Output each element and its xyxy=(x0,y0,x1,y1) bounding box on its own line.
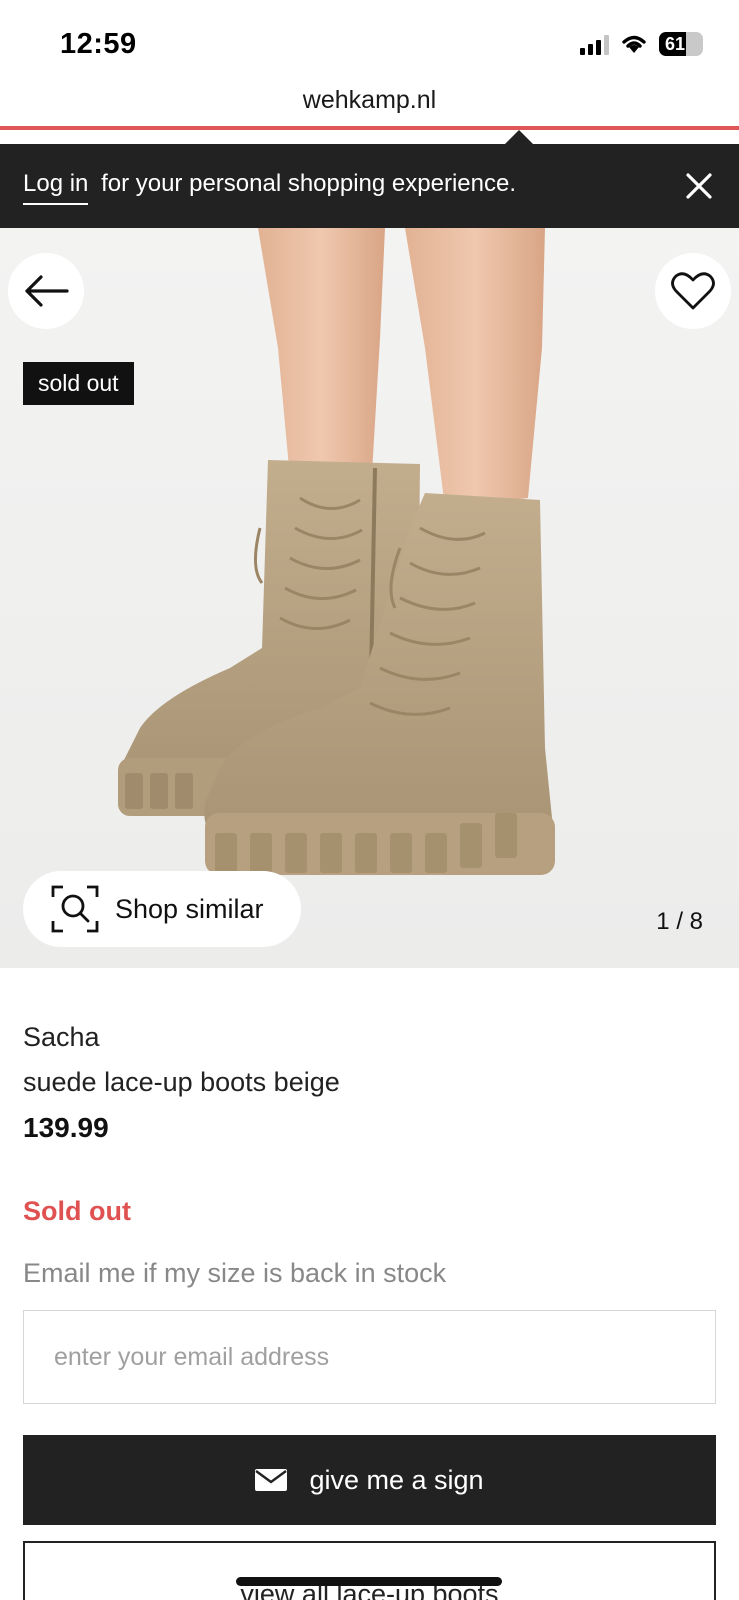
close-icon[interactable] xyxy=(679,166,719,206)
heart-icon xyxy=(671,272,715,310)
status-icons: 61 xyxy=(580,32,703,56)
home-indicator[interactable] xyxy=(236,1577,502,1586)
shop-similar-label: Shop similar xyxy=(115,893,264,924)
favorite-button[interactable] xyxy=(655,253,731,329)
give-me-a-sign-button[interactable]: give me a sign xyxy=(23,1435,716,1525)
status-time: 12:59 xyxy=(60,28,137,60)
view-all-button[interactable]: view all lace-up boots xyxy=(23,1541,716,1600)
product-brand[interactable]: Sacha xyxy=(23,1022,100,1053)
page-load-progress xyxy=(0,126,739,130)
signal-icon xyxy=(580,33,609,55)
stock-status: Sold out xyxy=(23,1196,131,1226)
url-bar[interactable]: wehkamp.nl xyxy=(0,80,739,126)
visual-search-icon xyxy=(51,885,99,933)
image-counter: 1 / 8 xyxy=(656,908,703,935)
product-name: suede lace-up boots beige xyxy=(23,1067,340,1097)
banner-caret xyxy=(505,130,533,144)
product-image-gallery[interactable]: sold out Shop similar 1 / 8 xyxy=(0,228,739,968)
product-photo xyxy=(0,228,739,968)
back-button[interactable] xyxy=(8,253,84,329)
arrow-left-icon xyxy=(25,275,69,307)
banner-message: for your personal shopping experience. xyxy=(101,170,516,197)
battery-icon: 61 xyxy=(659,32,703,56)
product-price: 139.99 xyxy=(23,1112,109,1143)
sold-out-badge: sold out xyxy=(23,362,134,405)
shop-similar-button[interactable]: Shop similar xyxy=(23,871,301,947)
email-field[interactable] xyxy=(23,1310,716,1404)
battery-level: 61 xyxy=(665,33,686,54)
status-bar: 12:59 61 xyxy=(0,0,739,80)
notify-label: Email me if my size is back in stock xyxy=(23,1258,447,1288)
login-banner: Log in for your personal shopping experi… xyxy=(0,144,739,228)
banner-text: Log in for your personal shopping experi… xyxy=(23,170,516,205)
sign-button-label: give me a sign xyxy=(309,1464,484,1495)
envelope-icon xyxy=(255,1469,288,1491)
login-link[interactable]: Log in xyxy=(23,170,89,205)
wifi-icon xyxy=(622,35,646,53)
